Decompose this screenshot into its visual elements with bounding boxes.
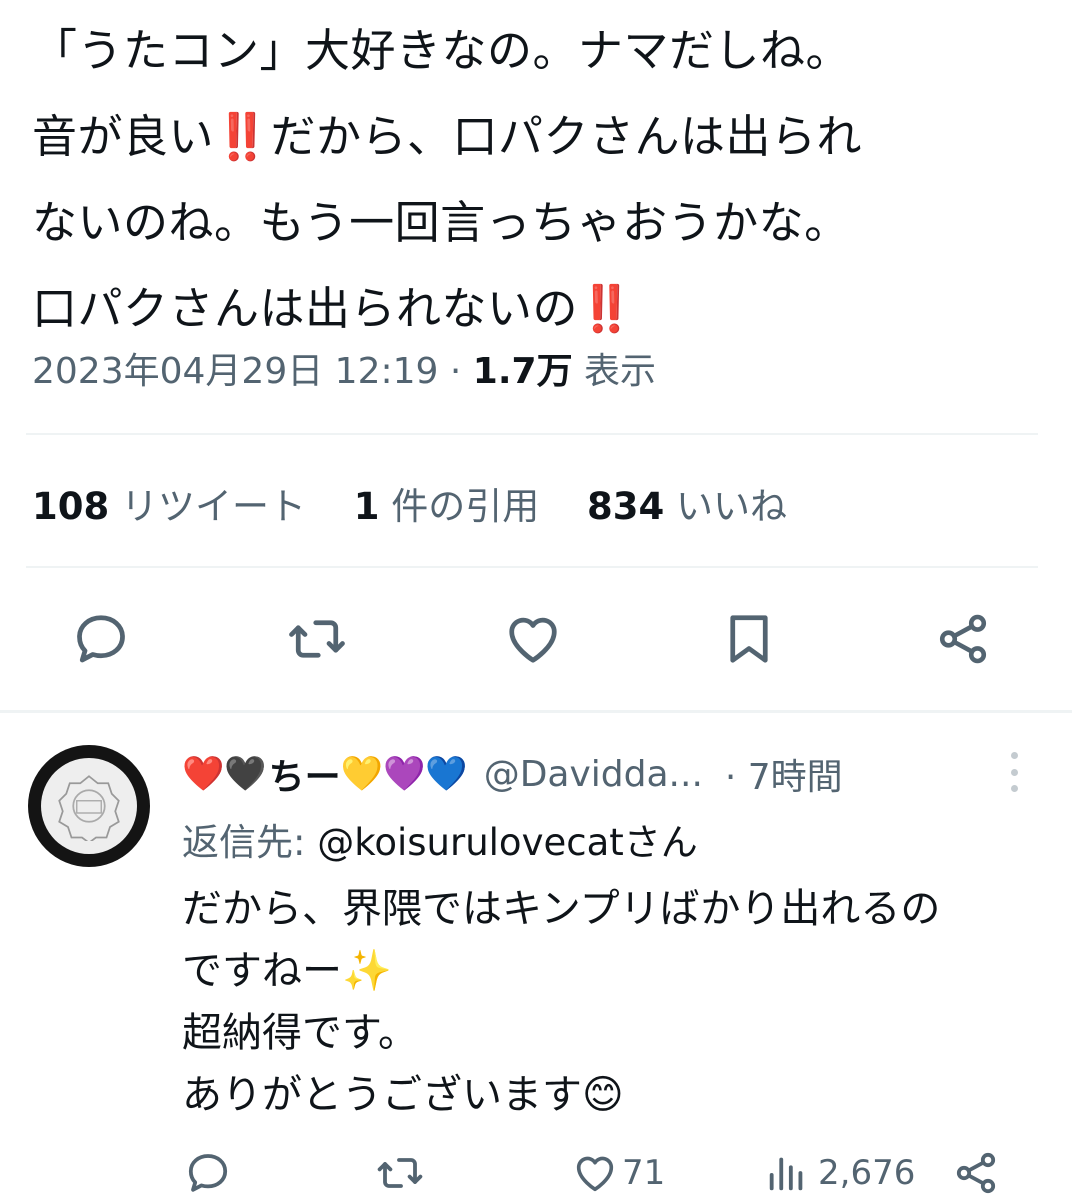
bookmark-icon xyxy=(730,615,768,663)
quotes-stat[interactable]: 1 件の引用 xyxy=(354,485,540,528)
share-icon xyxy=(939,614,987,664)
avatar-image xyxy=(41,758,137,854)
likes-count: 834 xyxy=(587,485,665,528)
reply-header: ❤️🖤 ちー 💛💜💙 @Davidda... · 7時間 xyxy=(182,748,843,800)
likes-label: いいね xyxy=(676,485,788,528)
like-icon xyxy=(576,1156,614,1192)
double-exclamation-icon: ‼️ xyxy=(214,110,271,163)
reply-line-2: ですねー✨ xyxy=(182,948,392,994)
reply-views-button[interactable]: 2,676 xyxy=(762,1148,915,1198)
seal-icon xyxy=(58,775,120,841)
reply-reply-button[interactable] xyxy=(184,1148,232,1198)
divider xyxy=(26,433,1038,435)
reply-to-mention[interactable]: @koisurulovecatさん xyxy=(317,821,698,864)
more-options-icon[interactable] xyxy=(1000,752,1028,792)
tweet-line-2-rest: だから、口パクさんは出られ xyxy=(270,110,863,163)
tweet-line-4-text: 口パクさんは出られないの xyxy=(32,282,579,335)
tweet-line-4: 口パクさんは出られないの‼️ xyxy=(32,266,1042,352)
avatar[interactable] xyxy=(28,745,150,867)
tweet-stats: 108 リツイート 1 件の引用 834 いいね xyxy=(32,476,823,530)
reply-like-button[interactable]: 71 xyxy=(572,1148,665,1198)
retweet-icon xyxy=(377,1158,423,1188)
reply-display-name[interactable]: ❤️🖤 ちー 💛💜💙 xyxy=(182,748,470,800)
reply-name-text: ちー xyxy=(268,757,341,798)
reply-share-button[interactable] xyxy=(952,1148,1000,1198)
heart-emojis-suffix: 💛💜💙 xyxy=(340,754,468,794)
bookmark-button[interactable] xyxy=(716,606,782,672)
heart-emojis-prefix: ❤️🖤 xyxy=(182,754,267,794)
double-exclamation-icon: ‼️ xyxy=(578,282,635,335)
share-button[interactable] xyxy=(930,606,996,672)
tweet-line-2: 音が良い‼️だから、口パクさんは出られ xyxy=(32,94,1042,180)
likes-stat[interactable]: 834 いいね xyxy=(587,485,787,528)
reply-icon xyxy=(77,615,125,663)
views-chart-icon xyxy=(769,1157,803,1191)
views-count: 1.7万 xyxy=(472,351,573,392)
reply-retweet-button[interactable] xyxy=(374,1148,426,1198)
tweet-timestamp[interactable]: 2023年04月29日 12:19 xyxy=(32,351,438,392)
reply-line-4: ありがとうございます😊 xyxy=(182,1072,624,1118)
reply-line-3: 超納得です。 xyxy=(182,1010,418,1056)
like-icon xyxy=(509,617,557,663)
retweets-label: リツイート xyxy=(121,485,306,528)
views-label: 表示 xyxy=(584,351,657,392)
reply-like-count: 71 xyxy=(622,1153,666,1193)
reply-button[interactable] xyxy=(68,606,134,672)
divider xyxy=(0,710,1072,713)
tweet-line-1: 「うたコン」大好きなの。ナマだしね。 xyxy=(32,24,852,77)
retweet-button[interactable] xyxy=(282,606,352,672)
tweet-line-2-text: 音が良い xyxy=(32,110,215,163)
reply-views-count: 2,676 xyxy=(818,1153,916,1193)
reply-to: 返信先: @koisurulovecatさん xyxy=(182,812,698,866)
reply-line-1: だから、界隈ではキンプリばかり出れるの xyxy=(182,886,941,932)
reply-to-label: 返信先: xyxy=(182,821,306,864)
divider xyxy=(26,566,1038,568)
retweets-count: 108 xyxy=(32,485,110,528)
quotes-label: 件の引用 xyxy=(391,485,540,528)
quotes-count: 1 xyxy=(353,485,380,528)
reply-time[interactable]: · 7時間 xyxy=(725,748,843,800)
meta-separator: · xyxy=(449,351,462,392)
tweet-line-3: ないのね。もう一回言っちゃおうかな。 xyxy=(32,196,850,249)
reply-icon xyxy=(188,1154,228,1192)
retweet-icon xyxy=(289,620,345,658)
like-button[interactable] xyxy=(500,606,566,672)
share-icon xyxy=(956,1152,996,1194)
reply-handle[interactable]: @Davidda... xyxy=(484,754,703,795)
reply-body: だから、界隈ではキンプリばかり出れるの ですねー✨ 超納得です。 ありがとうござ… xyxy=(182,878,940,1126)
tweet-meta: 2023年04月29日 12:19 · 1.7万 表示 xyxy=(32,342,656,394)
retweets-stat[interactable]: 108 リツイート xyxy=(32,485,306,528)
tweet-text: 「うたコン」大好きなの。ナマだしね。 音が良い‼️だから、口パクさんは出られ な… xyxy=(32,8,1042,352)
